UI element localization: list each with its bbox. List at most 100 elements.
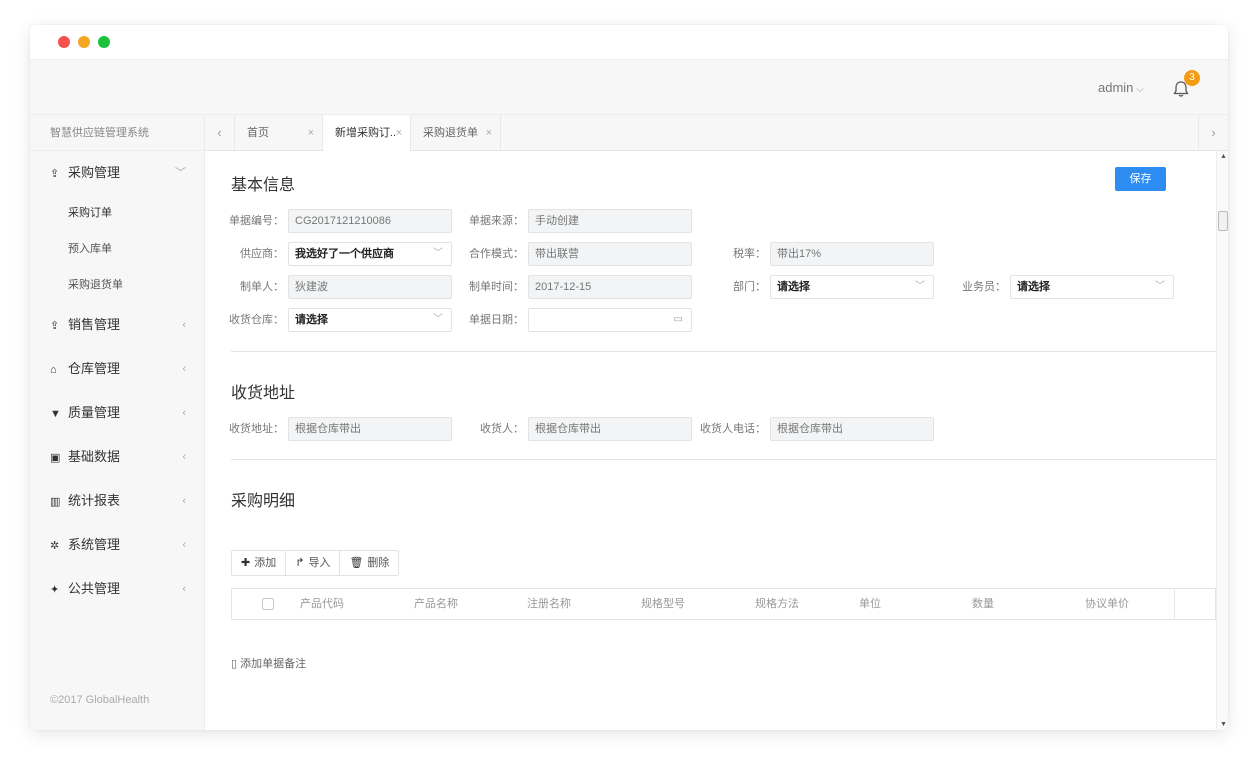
mode-input: 带出联营 — [528, 242, 692, 266]
sidebar-item-warehouse[interactable]: ⌂ 仓库管理 ‹ — [30, 347, 204, 391]
bar-chart-icon: ▥ — [50, 496, 61, 508]
column-header: 规格型号 — [641, 598, 685, 610]
tab-label: 新增采购订.. — [335, 127, 397, 139]
add-remark-label: 添加单据备注 — [240, 658, 307, 670]
add-remark-link[interactable]: ▯ 添加单据备注 — [231, 655, 306, 671]
sidebar-subitem-purchase-order[interactable]: 采购订单 — [30, 195, 204, 231]
chevron-left-icon: ‹ — [182, 583, 186, 595]
tab-scroll-right-button[interactable]: › — [1198, 115, 1228, 151]
chevron-left-icon: ‹ — [182, 319, 186, 331]
close-icon[interactable]: × — [396, 115, 402, 151]
field-label: 单据日期： — [469, 314, 524, 326]
tab-label: 首页 — [247, 127, 269, 139]
chevron-left-icon: ‹ — [182, 407, 186, 419]
details-toolbar: ✚ 添加 ↱ 导入 🗑 删除 — [231, 550, 400, 576]
select-all-checkbox[interactable] — [262, 598, 274, 610]
scrollbar-thumb[interactable] — [1218, 211, 1228, 231]
section-divider — [231, 351, 1216, 352]
section-divider — [231, 459, 1216, 460]
sidebar-item-label: 基础数据 — [68, 449, 121, 464]
redo-icon: ↱ — [295, 557, 305, 569]
section-title-details: 采购明细 — [231, 493, 296, 510]
add-button[interactable]: ✚ 添加 — [232, 551, 287, 575]
import-button[interactable]: ↱ 导入 — [286, 551, 341, 575]
main-content: 基本信息 保存 单据编号： CG2017121210086 单据来源： 手动创建… — [205, 151, 1216, 730]
chevron-down-icon: ⌵ — [1136, 84, 1144, 95]
notification-badge: 3 — [1184, 70, 1200, 86]
gear-icon: ✲ — [50, 540, 60, 552]
sidebar-item-purchase[interactable]: ⇪ 采购管理 ﹀ — [30, 151, 204, 195]
minimize-window-button[interactable] — [78, 36, 90, 48]
pin-icon: ✦ — [50, 584, 60, 596]
column-header: 产品代码 — [300, 598, 344, 610]
tab-new-purchase-order[interactable]: 新增采购订.. × — [323, 115, 411, 151]
salesman-select[interactable]: 请选择 ﹀ — [1010, 275, 1174, 299]
source-input: 手动创建 — [528, 209, 692, 233]
sidebar-item-basic-data[interactable]: ▣ 基础数据 ‹ — [30, 435, 204, 479]
save-button[interactable]: 保存 — [1115, 167, 1166, 191]
sidebar: 智慧供应链管理系统 ⇪ 采购管理 ﹀ 采购订单 预入库单 采购退货单 ⇪ 销售管理 … — [30, 115, 205, 730]
close-window-button[interactable] — [58, 36, 70, 48]
app-window: admin ⌵ 3 智慧供应链管理系统 ⇪ 采购管理 ﹀ 采购订单 预入库单 采购退… — [30, 25, 1228, 730]
field-label: 供应商： — [240, 248, 284, 260]
column-divider — [1174, 589, 1175, 619]
column-header: 产品名称 — [414, 598, 458, 610]
sidebar-item-reports[interactable]: ▥ 统计报表 ‹ — [30, 479, 204, 523]
sidebar-item-sales[interactable]: ⇪ 销售管理 ‹ — [30, 303, 204, 347]
chevron-left-icon: ‹ — [182, 363, 186, 375]
doc-date-picker[interactable]: ▭ — [528, 308, 692, 332]
tab-purchase-return[interactable]: 采购退货单 × — [411, 115, 501, 151]
field-label: 税率： — [733, 248, 766, 260]
column-header: 注册名称 — [527, 598, 571, 610]
sidebar-item-system[interactable]: ✲ 系统管理 ‹ — [30, 523, 204, 567]
maximize-window-button[interactable] — [98, 36, 110, 48]
warehouse-select[interactable]: 请选择 ﹀ — [288, 308, 452, 332]
system-title: 智慧供应链管理系统 — [30, 115, 204, 151]
field-label: 收货人电话： — [700, 423, 766, 435]
vertical-scrollbar[interactable]: ▲ ▼ — [1216, 151, 1228, 730]
import-label: 导入 — [308, 557, 331, 569]
field-label: 制单人： — [240, 281, 284, 293]
home-icon: ⌂ — [50, 364, 57, 376]
supplier-value: 我选好了一个供应商 — [295, 248, 394, 260]
user-menu[interactable]: admin ⌵ — [1098, 80, 1144, 95]
tab-scroll-left-button[interactable]: ‹ — [205, 115, 235, 151]
tab-home[interactable]: 首页 × — [235, 115, 323, 151]
file-icon: ▯ — [231, 658, 238, 670]
tab-bar: ‹ 首页 × 新增采购订.. × 采购退货单 × › — [205, 115, 1228, 151]
chevron-down-icon: ﹀ — [1155, 281, 1165, 292]
scroll-up-icon[interactable]: ▲ — [1220, 153, 1227, 160]
column-header: 规格方法 — [755, 598, 799, 610]
supplier-select[interactable]: 我选好了一个供应商 ﹀ — [288, 242, 452, 266]
field-label: 单据来源： — [469, 215, 524, 227]
trash-icon: 🗑 — [349, 557, 364, 569]
dept-select[interactable]: 请选择 ﹀ — [770, 275, 934, 299]
scroll-down-icon[interactable]: ▼ — [1220, 721, 1227, 728]
column-header: 协议单价 — [1085, 598, 1129, 610]
window-titlebar — [30, 25, 1228, 59]
card-icon: ▣ — [50, 452, 61, 464]
close-icon[interactable]: × — [486, 115, 492, 151]
field-label: 收货人： — [480, 423, 524, 435]
details-table-header: 产品代码 产品名称 注册名称 规格型号 规格方法 单位 数量 协议单价 — [231, 588, 1216, 620]
copyright: ©2017 GlobalHealth — [50, 694, 150, 706]
sidebar-item-label: 系统管理 — [68, 537, 121, 552]
delete-button[interactable]: 🗑 删除 — [340, 551, 398, 575]
sidebar-item-label: 销售管理 — [68, 317, 121, 332]
sidebar-subitem-purchase-return[interactable]: 采购退货单 — [30, 267, 204, 303]
chevron-down-icon: ﹀ — [175, 167, 186, 179]
sidebar-item-public[interactable]: ✦ 公共管理 ‹ — [30, 567, 204, 611]
plus-icon: ✚ — [241, 557, 251, 569]
sidebar-subitem-pre-stock[interactable]: 预入库单 — [30, 231, 204, 267]
close-icon[interactable]: × — [308, 115, 314, 151]
sidebar-item-quality[interactable]: ▼ 质量管理 ‹ — [30, 391, 204, 435]
upload-icon: ⇪ — [50, 320, 60, 332]
upload-icon: ⇪ — [50, 168, 60, 180]
chevron-left-icon: ‹ — [182, 539, 186, 551]
warehouse-value: 请选择 — [295, 314, 328, 326]
tab-label: 采购退货单 — [423, 127, 478, 139]
field-label: 业务员： — [962, 281, 1006, 293]
doc-no-input: CG2017121210086 — [288, 209, 452, 233]
salesman-value: 请选择 — [1017, 281, 1050, 293]
sidebar-item-label: 采购管理 — [68, 165, 121, 180]
